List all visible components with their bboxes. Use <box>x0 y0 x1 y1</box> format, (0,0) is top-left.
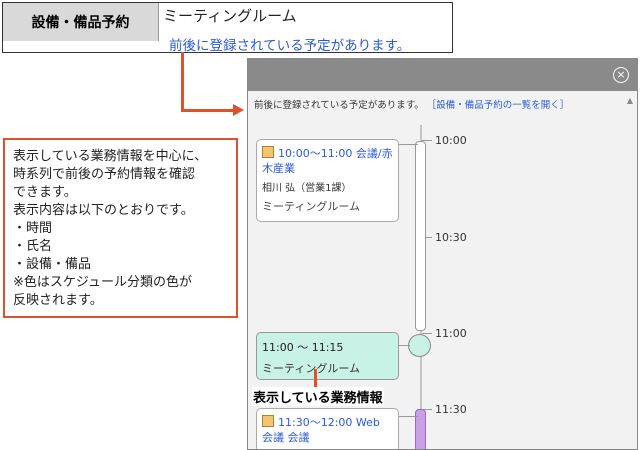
connector-line <box>398 416 418 417</box>
facility-reservation-label: 設備・備品予約 <box>3 3 159 41</box>
event-card[interactable]: 11:30～12:00 Web 会議 会議 <box>256 408 399 449</box>
reservation-snippet: 設備・備品予約 ミーティングルーム 前後に登録されている予定があります。 <box>2 2 453 54</box>
callout-line: できます。 <box>13 185 77 200</box>
open-list-link[interactable]: ［設備・備品予約の一覧を開く］ <box>427 100 570 111</box>
event-title[interactable]: 11:30～12:00 Web 会議 会議 <box>262 415 393 445</box>
popup-info-text: 前後に登録されている予定があります。 <box>254 100 424 111</box>
close-icon[interactable]: × <box>613 67 629 83</box>
event-facility: ミーティングルーム <box>262 362 361 375</box>
connector-line <box>398 345 410 346</box>
arrow-head-icon <box>233 104 244 116</box>
popup-info: 前後に登録されている予定があります。 ［設備・備品予約の一覧を開く］ <box>254 97 569 111</box>
time-label: 10:00 <box>435 134 467 147</box>
facility-name: ミーティングルーム <box>163 7 297 25</box>
event-duration-bar[interactable] <box>415 141 426 331</box>
connector-line <box>398 144 418 145</box>
current-pointer-line <box>314 369 317 387</box>
callout-line: 反映されます。 <box>13 293 103 308</box>
time-label: 11:00 <box>435 327 467 340</box>
callout-line: ※色はスケジュール分類の色が <box>13 275 192 290</box>
event-title[interactable]: 10:00～11:00 会議/赤木産業 <box>262 146 393 176</box>
callout-line: 表示内容は以下のとおりです。 <box>13 203 194 218</box>
time-label: 10:30 <box>435 231 467 244</box>
event-facility: ミーティングルーム <box>262 200 361 213</box>
existing-reservation-link[interactable]: 前後に登録されている予定があります。 <box>169 34 410 54</box>
arrow-line-horizontal <box>181 109 234 112</box>
current-event-card[interactable]: 11:00 ～ 11:15 ミーティングルーム <box>256 332 399 380</box>
event-person: 相川 弘（営業1課） <box>262 183 352 194</box>
callout-line: 表示している業務情報を中心に、 <box>13 149 208 164</box>
callout-line: 時系列で前後の予約情報を確認 <box>13 167 196 182</box>
category-color-icon <box>262 146 274 158</box>
arrow-line-vertical <box>181 52 184 112</box>
scroll-up-icon[interactable]: ▲ <box>627 96 633 105</box>
category-color-icon <box>262 415 274 427</box>
callout-line: ・時間 <box>13 221 53 236</box>
callout-line: ・氏名 <box>13 239 53 254</box>
current-event-label: 表示している業務情報 <box>252 387 384 406</box>
current-event-marker[interactable] <box>408 334 431 357</box>
time-label: 11:30 <box>435 403 467 416</box>
popup-header: × <box>248 59 637 91</box>
event-time: 11:00 ～ 11:15 <box>262 341 344 354</box>
callout-line: ・設備・備品 <box>13 257 92 272</box>
event-card[interactable]: 10:00～11:00 会議/赤木産業 相川 弘（営業1課） ミーティングルーム <box>256 139 399 222</box>
explanation-callout: 表示している業務情報を中心に、 時系列で前後の予約情報を確認 できます。 表示内… <box>3 138 238 318</box>
